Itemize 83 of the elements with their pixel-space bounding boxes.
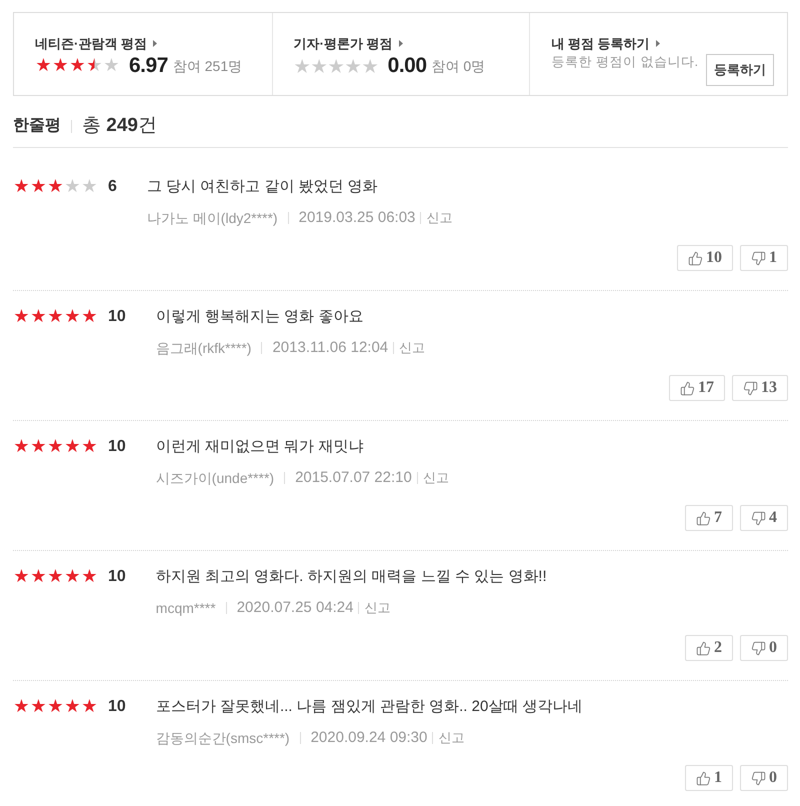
review-score: 10 bbox=[108, 697, 126, 717]
rating-score: 0.00 bbox=[388, 54, 427, 78]
rating-score: 6.97 bbox=[129, 54, 168, 78]
thumbs-down-icon bbox=[751, 510, 766, 526]
empty-star-icon: ★ bbox=[81, 179, 98, 195]
filled-star-icon: ★ bbox=[47, 569, 64, 585]
filled-star-icon: ★ bbox=[13, 309, 30, 325]
filled-star-icon: ★ bbox=[13, 439, 30, 455]
filled-star-icon: ★ bbox=[64, 699, 81, 715]
thumbs-down-icon bbox=[751, 640, 766, 656]
dislike-button[interactable]: 1 bbox=[740, 245, 788, 271]
review-author: 음그래(rkfk****) bbox=[156, 339, 252, 357]
no-rating-message: 등록한 평점이 없습니다. bbox=[551, 54, 699, 70]
filled-star-icon: ★ bbox=[47, 309, 64, 325]
my-rating-link[interactable]: 내 평점 등록하기 bbox=[551, 35, 660, 52]
review-date: 2019.03.25 06:03 bbox=[298, 209, 416, 227]
filled-star-icon: ★ bbox=[69, 58, 86, 74]
dislike-button[interactable]: 4 bbox=[740, 505, 788, 531]
thumbs-down-icon bbox=[751, 250, 766, 266]
caret-icon bbox=[398, 40, 403, 47]
rating-title-link[interactable]: 네티즌·관람객 평점 bbox=[35, 35, 157, 52]
review-text: 이렇게 행복해지는 영화 좋아요 bbox=[156, 307, 364, 327]
review-author: 시즈가이(unde****) bbox=[156, 469, 274, 487]
filled-star-icon: ★ bbox=[30, 569, 47, 585]
review-score: 10 bbox=[108, 437, 126, 457]
like-button[interactable]: 10 bbox=[677, 245, 733, 271]
review-author: 나가노 메이(ldy2****) bbox=[146, 209, 278, 227]
rating-title-link[interactable]: 기자·평론가 평점 bbox=[294, 35, 403, 52]
filled-star-icon: ★ bbox=[47, 439, 64, 455]
empty-star-icon: ★ bbox=[103, 58, 120, 74]
caret-icon bbox=[656, 40, 660, 47]
dislike-button[interactable]: 13 bbox=[732, 375, 788, 401]
filled-star-icon: ★ bbox=[64, 569, 81, 585]
dislike-button[interactable]: 0 bbox=[740, 635, 788, 661]
filled-star-icon: ★ bbox=[30, 699, 47, 715]
empty-star-icon: ★ bbox=[64, 179, 81, 195]
dislike-button[interactable]: 0 bbox=[740, 765, 788, 791]
filled-star-icon: ★ bbox=[64, 309, 81, 325]
review-total: 총 249건 bbox=[82, 114, 157, 138]
caret-icon bbox=[152, 40, 157, 47]
review-author: 감동의순간(smsc****) bbox=[156, 729, 290, 747]
filled-star-icon: ★ bbox=[47, 179, 64, 195]
like-button[interactable]: 7 bbox=[685, 505, 733, 531]
filled-star-icon: ★ bbox=[52, 58, 69, 74]
filled-star-icon: ★ bbox=[30, 309, 47, 325]
filled-star-icon: ★ bbox=[81, 699, 98, 715]
section-title: 한줄평 bbox=[13, 116, 61, 136]
filled-star-icon: ★ bbox=[30, 439, 47, 455]
review-author: mcqm**** bbox=[156, 599, 216, 617]
thumbs-up-icon bbox=[696, 770, 711, 786]
filled-star-icon: ★ bbox=[30, 179, 47, 195]
filled-star-icon: ★ bbox=[81, 309, 98, 325]
thumbs-up-icon bbox=[688, 250, 703, 266]
filled-star-icon: ★ bbox=[13, 569, 30, 585]
review-text: 포스터가 잘못했네... 나름 잼있게 관람한 영화.. 20살때 생각나네 bbox=[156, 697, 582, 717]
thumbs-up-icon bbox=[696, 510, 711, 526]
filled-star-icon: ★ bbox=[13, 179, 30, 195]
filled-star-icon: ★ bbox=[81, 569, 98, 585]
like-button[interactable]: 2 bbox=[685, 635, 733, 661]
register-rating-button[interactable]: 등록하기 bbox=[706, 54, 774, 86]
filled-star-icon: ★ bbox=[64, 439, 81, 455]
participant-count: 참여 251명 bbox=[172, 57, 242, 75]
filled-star-icon: ★ bbox=[81, 439, 98, 455]
review-date: 2020.07.25 04:24 bbox=[236, 599, 354, 617]
filled-star-icon: ★ bbox=[47, 699, 64, 715]
like-button[interactable]: 1 bbox=[685, 765, 733, 791]
review-text: 그 당시 여친하고 같이 봤었던 영화 bbox=[146, 177, 378, 197]
thumbs-down-icon bbox=[743, 380, 758, 396]
review-date: 2020.09.24 09:30 bbox=[310, 729, 428, 747]
review-date: 2015.07.07 22:10 bbox=[295, 469, 412, 487]
thumbs-up-icon bbox=[696, 640, 711, 656]
thumbs-down-icon bbox=[751, 770, 766, 786]
review-date: 2013.11.06 12:04 bbox=[272, 339, 388, 357]
review-text: 이런게 재미없으면 뭐가 재밋냐 bbox=[156, 437, 364, 457]
review-score: 6 bbox=[108, 177, 117, 197]
review-score: 10 bbox=[108, 307, 126, 327]
review-score: 10 bbox=[108, 567, 126, 587]
review-text: 하지원 최고의 영화다. 하지원의 매력을 느낄 수 있는 영화!! bbox=[156, 567, 547, 587]
filled-star-icon: ★ bbox=[35, 58, 52, 74]
like-button[interactable]: 17 bbox=[669, 375, 725, 401]
participant-count: 참여 0명 bbox=[432, 57, 486, 75]
thumbs-up-icon bbox=[680, 380, 695, 396]
filled-star-icon: ★ bbox=[13, 699, 30, 715]
